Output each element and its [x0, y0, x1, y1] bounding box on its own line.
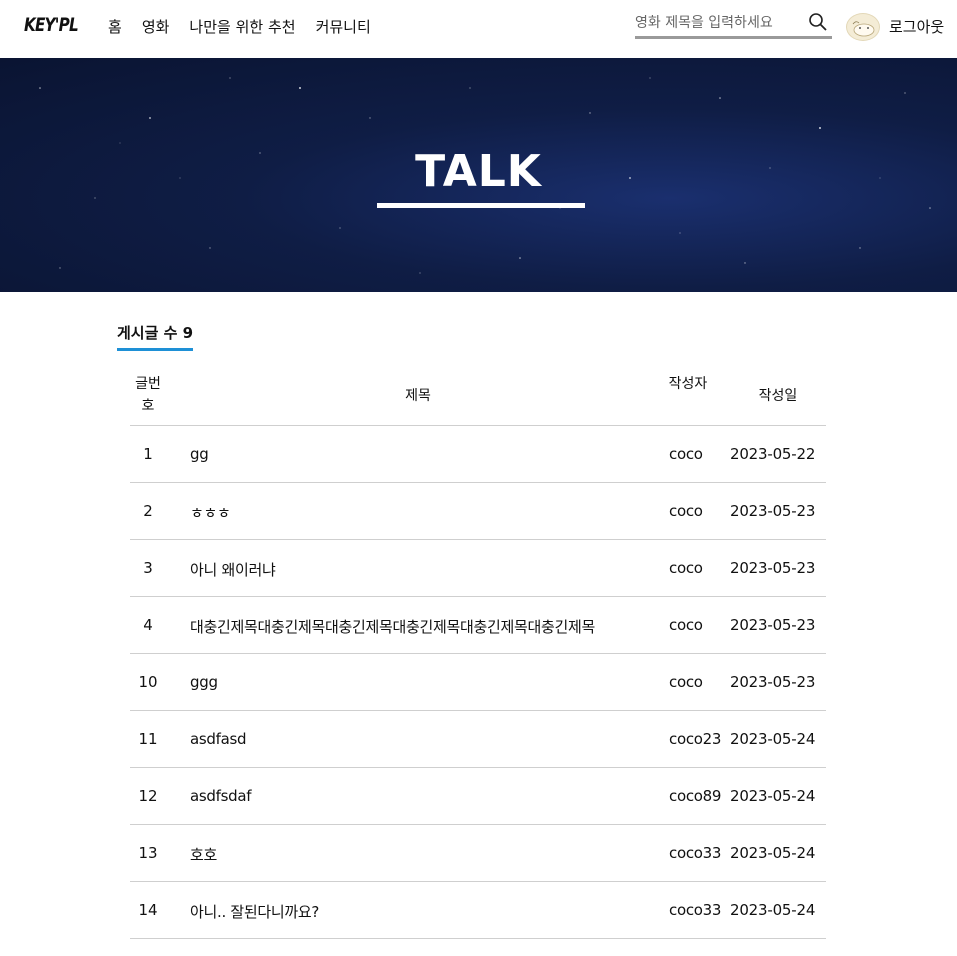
post-writer: coco33 [669, 844, 722, 862]
post-date: 2023-05-24 [730, 901, 816, 919]
post-title-link[interactable]: 대충긴제목대충긴제목대충긴제목대충긴제목대충긴제목대충긴제목 [190, 616, 666, 637]
post-date: 2023-05-23 [730, 559, 816, 577]
post-title-link[interactable]: asdfasd [190, 730, 666, 748]
post-date: 2023-05-23 [730, 502, 816, 520]
post-number: 3 [143, 559, 153, 577]
table-row[interactable]: 13 호호 coco33 2023-05-24 [130, 825, 826, 882]
post-number: 10 [138, 673, 158, 691]
main-nav: 홈 영화 나만을 위한 추천 커뮤니티 [108, 16, 371, 37]
search-input[interactable] [635, 10, 800, 36]
top-navigation-bar: KEY'PL 홈 영화 나만을 위한 추천 커뮤니티 로그아웃 [0, 0, 957, 58]
post-title-link[interactable]: asdfsdaf [190, 787, 666, 805]
post-writer: coco [669, 673, 703, 691]
post-number: 13 [138, 844, 158, 862]
post-date: 2023-05-24 [730, 730, 816, 748]
post-table: 글번호 제목 작성자 작성일 1 gg coco 2023-05-22 2 ㅎㅎ… [130, 367, 826, 939]
table-header: 글번호 제목 작성자 작성일 [130, 367, 826, 426]
post-number: 11 [138, 730, 158, 748]
search-icon[interactable] [808, 12, 828, 32]
post-date: 2023-05-22 [730, 445, 816, 463]
site-logo[interactable]: KEY'PL [24, 14, 79, 36]
column-header-title: 제목 [405, 388, 431, 404]
nav-item-community[interactable]: 커뮤니티 [316, 16, 371, 37]
column-header-date: 작성일 [758, 388, 798, 404]
column-header-no: 글번호 [135, 376, 161, 414]
post-writer: coco [669, 445, 703, 463]
table-row[interactable]: 11 asdfasd coco23 2023-05-24 [130, 711, 826, 768]
post-number: 2 [143, 502, 153, 520]
table-row[interactable]: 3 아니 왜이러냐 coco 2023-05-23 [130, 540, 826, 597]
table-row[interactable]: 10 ggg coco 2023-05-23 [130, 654, 826, 711]
post-number: 1 [143, 445, 153, 463]
post-writer: coco [669, 616, 703, 634]
post-count: 게시글 수 9 [117, 322, 194, 351]
post-number: 14 [138, 901, 158, 919]
post-number: 4 [143, 616, 153, 634]
post-date: 2023-05-24 [730, 787, 816, 805]
user-avatar[interactable] [846, 13, 880, 41]
title-underline [377, 203, 585, 208]
post-date: 2023-05-23 [730, 616, 816, 634]
page-title: TALK [415, 146, 542, 197]
post-title-link[interactable]: gg [190, 445, 666, 463]
table-row[interactable]: 14 아니.. 잘된다니까요? coco33 2023-05-24 [130, 882, 826, 939]
table-row[interactable]: 1 gg coco 2023-05-22 [130, 426, 826, 483]
post-title-link[interactable]: 아니 왜이러냐 [190, 559, 666, 580]
post-writer: coco89 [669, 787, 722, 805]
table-row[interactable]: 4 대충긴제목대충긴제목대충긴제목대충긴제목대충긴제목대충긴제목 coco 20… [130, 597, 826, 654]
column-header-writer: 작성자 [668, 376, 708, 392]
post-writer: coco [669, 502, 703, 520]
nav-item-movies[interactable]: 영화 [142, 16, 170, 37]
table-row[interactable]: 2 ㅎㅎㅎ coco 2023-05-23 [130, 483, 826, 540]
post-date: 2023-05-24 [730, 844, 816, 862]
post-writer: coco33 [669, 901, 722, 919]
post-title-link[interactable]: 호호 [190, 844, 666, 865]
hero-banner: TALK [0, 58, 957, 292]
logout-button[interactable]: 로그아웃 [889, 16, 944, 37]
post-date: 2023-05-23 [730, 673, 816, 691]
post-number: 12 [138, 787, 158, 805]
nav-item-recommend[interactable]: 나만을 위한 추천 [189, 16, 295, 37]
search-box [635, 10, 832, 39]
post-title-link[interactable]: 아니.. 잘된다니까요? [190, 901, 666, 922]
post-title-link[interactable]: ㅎㅎㅎ [190, 502, 666, 523]
post-title-link[interactable]: ggg [190, 673, 666, 691]
post-writer: coco [669, 559, 703, 577]
nav-item-home[interactable]: 홈 [108, 16, 122, 37]
table-row[interactable]: 12 asdfsdaf coco89 2023-05-24 [130, 768, 826, 825]
post-writer: coco23 [669, 730, 722, 748]
